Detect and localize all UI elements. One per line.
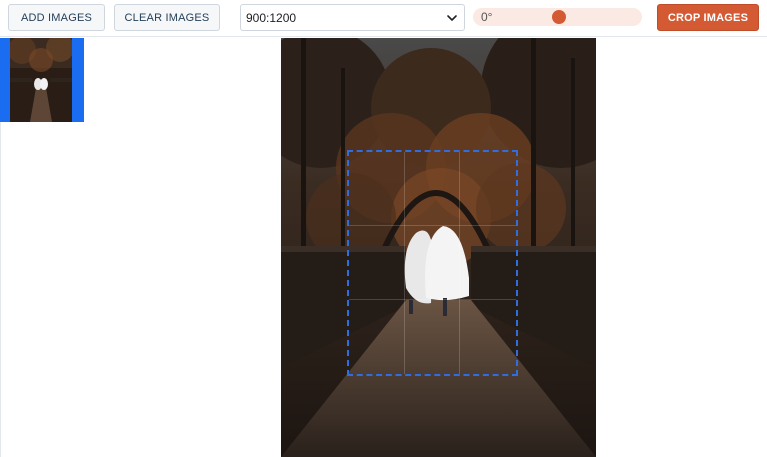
crop-gridline xyxy=(459,152,461,374)
thumbnail-image xyxy=(10,38,72,122)
clear-images-button[interactable]: CLEAR IMAGES xyxy=(114,4,220,31)
chevron-down-icon xyxy=(447,15,457,21)
rotation-slider[interactable]: 0° xyxy=(473,8,642,26)
add-images-button[interactable]: ADD IMAGES xyxy=(8,4,105,31)
crop-gridline xyxy=(349,298,516,300)
aspect-ratio-select[interactable]: 900:1200 xyxy=(240,4,465,31)
crop-gridline xyxy=(404,152,406,374)
crop-gridline xyxy=(349,225,516,227)
sidebar-divider xyxy=(0,122,1,457)
thumbnail-selected[interactable] xyxy=(0,38,84,122)
crop-images-button[interactable]: CROP IMAGES xyxy=(657,4,759,31)
aspect-ratio-value: 900:1200 xyxy=(246,10,297,25)
crop-selection[interactable] xyxy=(347,150,518,376)
rotation-slider-handle[interactable] xyxy=(552,10,566,24)
rotation-label: 0° xyxy=(481,10,493,24)
toolbar: ADD IMAGES CLEAR IMAGES 900:1200 0° CROP… xyxy=(0,0,767,37)
